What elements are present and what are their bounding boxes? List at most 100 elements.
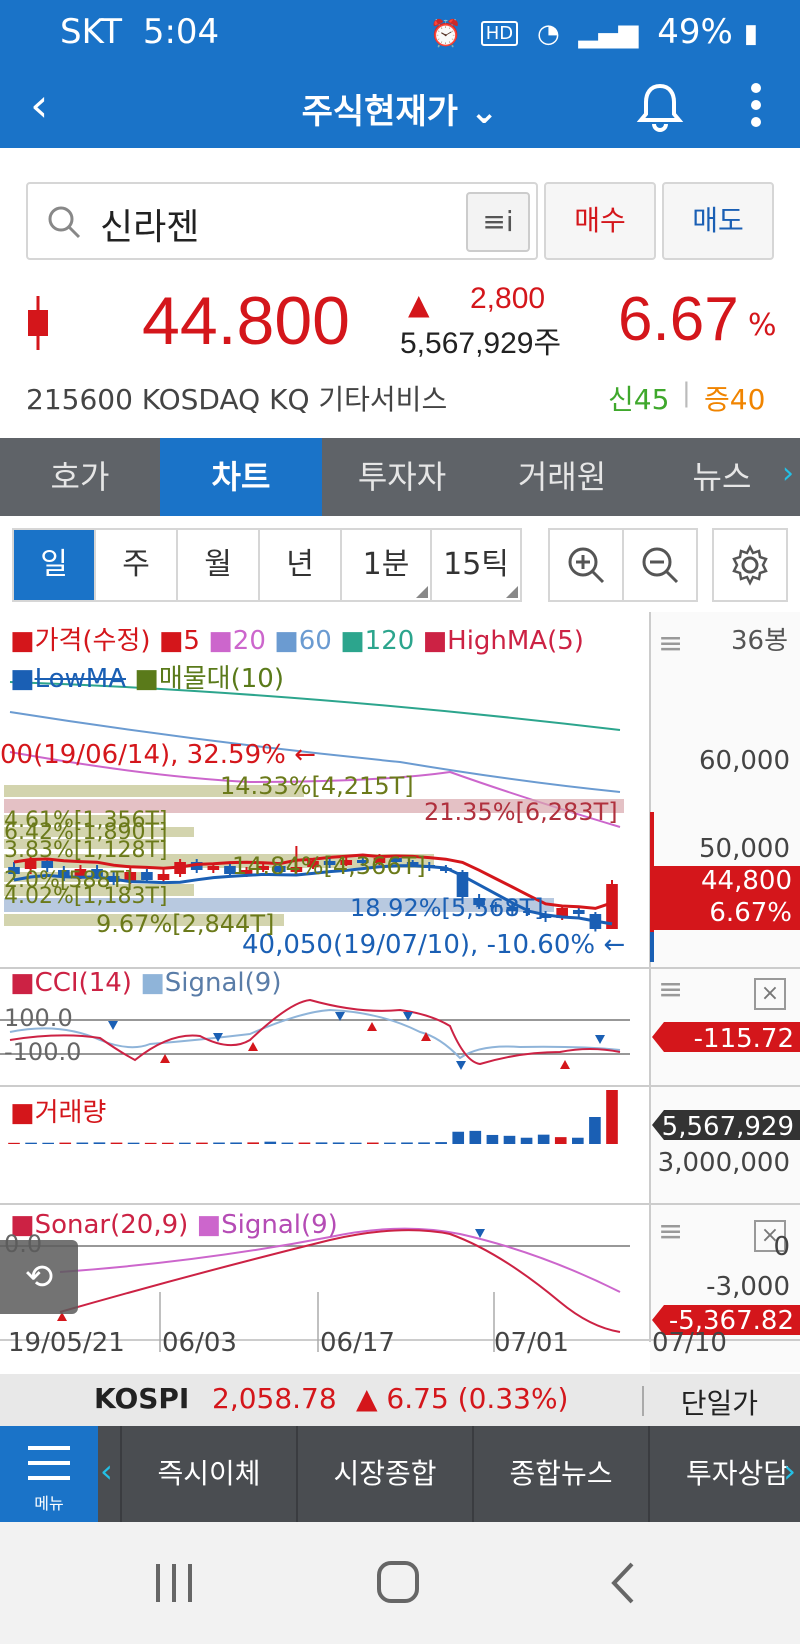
more-vert-icon[interactable] <box>748 82 764 128</box>
period-minute-button[interactable]: 1분 <box>342 530 432 600</box>
candle-body <box>157 874 170 880</box>
panel-handle-icon[interactable]: ≡ <box>658 1214 683 1249</box>
legend-highma: HighMA(5) <box>447 626 584 656</box>
tab-chart[interactable]: 차트 <box>160 438 322 516</box>
app-bar: ‹ 주식현재가 ⌄ <box>0 66 800 148</box>
candle-body <box>141 872 153 880</box>
battery-level: 49% <box>657 12 733 52</box>
gear-icon <box>732 544 768 586</box>
tab-broker[interactable]: 거래원 <box>482 438 642 516</box>
volume-bar <box>179 1142 191 1144</box>
recent-apps-icon[interactable] <box>154 1564 194 1602</box>
trade-volume: 5,567,929주 <box>400 327 562 360</box>
zoom-out-icon <box>642 547 679 584</box>
vp-label: 18.92%[5,568T] <box>350 894 544 922</box>
date-tick: 19/05/21 <box>8 1328 125 1358</box>
volume-bar <box>144 1142 157 1144</box>
tab-orderbook[interactable]: 호가 <box>0 438 160 516</box>
sell-button[interactable]: 매도 <box>662 182 774 260</box>
panel-handle-icon[interactable]: ≡ <box>658 626 683 661</box>
volume-tick: 3,000,000 <box>657 1148 790 1178</box>
period-selector: 일 주 월 년 1분 15틱 <box>12 528 522 602</box>
period-tick-button[interactable]: 15틱 <box>432 530 520 600</box>
sonar-legend: ■Sonar(20,9) ■Signal(9) <box>10 1210 338 1240</box>
chevron-left-icon[interactable]: ‹ <box>100 1452 113 1490</box>
volume-bar <box>127 1142 140 1144</box>
volume-bar <box>452 1131 465 1144</box>
volume-bar <box>42 1142 54 1144</box>
date-tick: 07/01 <box>494 1328 569 1358</box>
tabs-scroll-right-icon[interactable]: › <box>782 456 794 491</box>
period-week-button[interactable]: 주 <box>96 530 178 600</box>
legend-ma20: 20 <box>232 626 266 656</box>
period-month-button[interactable]: 월 <box>178 530 260 600</box>
stock-search-box[interactable]: 신라젠 ≡i <box>26 182 538 260</box>
legend-cci-signal: Signal(9) <box>164 968 282 998</box>
menu-button[interactable]: 메뉴 <box>0 1426 98 1522</box>
volume-bar <box>315 1142 328 1144</box>
down-arrow-icon <box>108 1021 118 1030</box>
status-right: ⏰ HD ◔ ▂▄▆ 49% ▮ <box>430 12 766 52</box>
volume-bar <box>520 1137 533 1144</box>
panel-handle-icon[interactable]: ≡ <box>658 972 683 1007</box>
chart-settings-button[interactable] <box>712 528 788 602</box>
market-index-bar[interactable]: KOSPI 2,058.78 ▲ 6.75 (0.33%) 단일가 <box>0 1374 800 1426</box>
index-divider <box>642 1386 644 1416</box>
zoom-out-button[interactable] <box>624 530 696 600</box>
volume-bar <box>247 1142 260 1144</box>
nav-consulting[interactable]: 투자상담 <box>648 1426 800 1522</box>
vp-label: 3.83%[1,128T] <box>4 838 168 863</box>
legend-swatch: ■ <box>158 626 184 656</box>
menu-label: 메뉴 <box>34 1494 64 1513</box>
close-panel-icon[interactable]: × <box>754 978 786 1010</box>
rotate-screen-button[interactable]: ⟲ <box>0 1240 78 1314</box>
chevron-right-icon[interactable]: › <box>783 1452 796 1490</box>
carrier: SKT <box>60 12 123 52</box>
system-nav-bar <box>0 1522 800 1644</box>
zoom-controls <box>548 528 698 602</box>
bell-icon[interactable] <box>636 80 684 132</box>
zoom-in-icon <box>568 547 605 584</box>
single-price-label[interactable]: 단일가 <box>681 1382 758 1422</box>
stock-info-list-button[interactable]: ≡i <box>466 192 530 252</box>
back-icon[interactable] <box>610 1562 636 1604</box>
detail-tabs: 호가 차트 투자자 거래원 뉴스 › <box>0 438 800 516</box>
price-range-marker <box>650 932 654 962</box>
vp-label: 14.33%[4,215T] <box>220 772 414 800</box>
legend-swatch: ■ <box>274 626 299 656</box>
nav-instant-transfer[interactable]: 즉시이체 <box>120 1426 296 1522</box>
top-bar: SKT 5:04 ⏰ HD ◔ ▂▄▆ 49% ▮ ‹ 주식현재가 ⌄ <box>0 0 800 148</box>
volume-bar <box>503 1135 516 1144</box>
battery-icon: ▮ <box>743 18 758 49</box>
cci-tick: 100.0 <box>4 1004 73 1032</box>
legend-swatch: ■ <box>10 1098 35 1128</box>
search-input[interactable]: 신라젠 <box>100 198 199 250</box>
nav-news[interactable]: 종합뉴스 <box>472 1426 648 1522</box>
wifi-icon: ◔ <box>536 18 560 49</box>
tab-investor[interactable]: 투자자 <box>322 438 482 516</box>
period-low-note: 40,050(19/07/10), -10.60% ← <box>242 930 626 960</box>
zoom-in-button[interactable] <box>550 530 624 600</box>
price-tag-value: 44,800 <box>701 866 792 896</box>
vp-label: 21.35%[6,283T] <box>424 798 618 826</box>
legend-swatch: ■ <box>422 626 448 656</box>
tab-news[interactable]: 뉴스 <box>642 438 800 516</box>
down-arrow-icon <box>595 1035 605 1044</box>
volume-bar <box>418 1142 430 1144</box>
legend-lowma: LowMA <box>34 664 126 694</box>
volume-bar <box>486 1134 499 1144</box>
alarm-icon: ⏰ <box>429 18 462 49</box>
period-year-button[interactable]: 년 <box>260 530 342 600</box>
stock-chart[interactable]: ■가격(수정) ■5 ■20 ■60 ■120 ■HighMA(5) ■LowM… <box>0 612 800 1372</box>
volume-bar <box>332 1142 345 1144</box>
buy-button[interactable]: 매수 <box>544 182 656 260</box>
volume-bar <box>606 1090 618 1144</box>
price-change: 2,800 <box>470 282 546 315</box>
nav-market-overview[interactable]: 시장종합 <box>296 1426 472 1522</box>
home-icon[interactable] <box>376 1560 420 1604</box>
clock: 5:04 <box>142 12 220 52</box>
period-day-button[interactable]: 일 <box>14 530 96 600</box>
volume-bar <box>110 1142 123 1144</box>
legend-swatch: ■ <box>196 1210 222 1240</box>
volume-bar <box>537 1134 550 1144</box>
